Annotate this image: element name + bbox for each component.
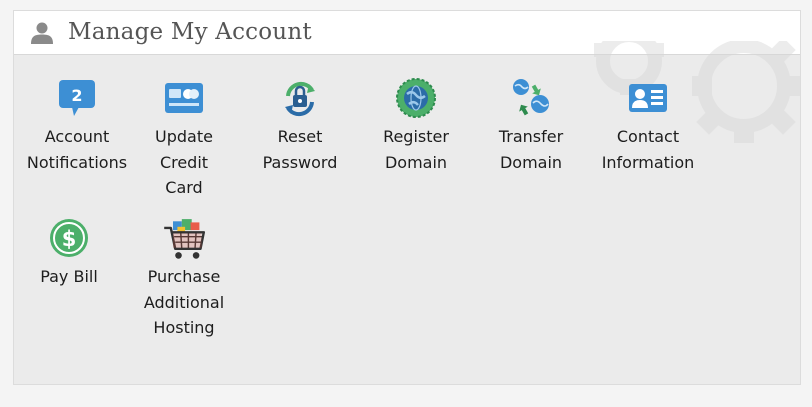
svg-text:$: $ — [62, 227, 77, 251]
tile-label: Register Domain — [383, 127, 449, 172]
tile-label: Account Notifications — [26, 127, 128, 172]
tile-label: Purchase Additional Hosting — [143, 267, 225, 337]
globe-badge-icon — [396, 78, 436, 118]
dollar-circle-icon: $ — [50, 219, 88, 257]
chat-badge-icon: 2 — [59, 80, 95, 116]
tile-pay-bill[interactable]: $ Pay Bill — [14, 218, 127, 290]
tile-register-domain[interactable]: Register Domain — [358, 78, 474, 175]
lock-refresh-icon — [285, 81, 315, 117]
tile-contact-information[interactable]: Contact Information — [590, 78, 706, 175]
notification-count: 2 — [71, 86, 82, 105]
tile-label: Contact Information — [601, 127, 695, 172]
tile-label: Update Credit Card — [155, 127, 213, 197]
manage-account-panel: Manage My Account 2 Account Notification… — [13, 10, 801, 385]
globe-transfer-icon — [513, 79, 549, 116]
tile-reset-password[interactable]: Reset Password — [242, 78, 358, 175]
tile-account-notifications[interactable]: 2 Account Notifications — [19, 78, 135, 175]
shopping-cart-icon — [164, 219, 206, 259]
tile-label: Pay Bill — [40, 267, 98, 286]
id-card-icon — [629, 84, 667, 112]
tile-update-credit-card[interactable]: Update Credit Card — [126, 78, 242, 201]
tile-transfer-domain[interactable]: Transfer Domain — [473, 78, 589, 175]
tile-purchase-additional-hosting[interactable]: Purchase Additional Hosting — [126, 218, 242, 341]
page-title: Manage My Account — [68, 19, 312, 45]
tile-label: Reset Password — [262, 127, 338, 172]
user-icon — [31, 22, 53, 44]
credit-card-icon — [165, 83, 203, 113]
tile-label: Transfer Domain — [498, 127, 564, 172]
